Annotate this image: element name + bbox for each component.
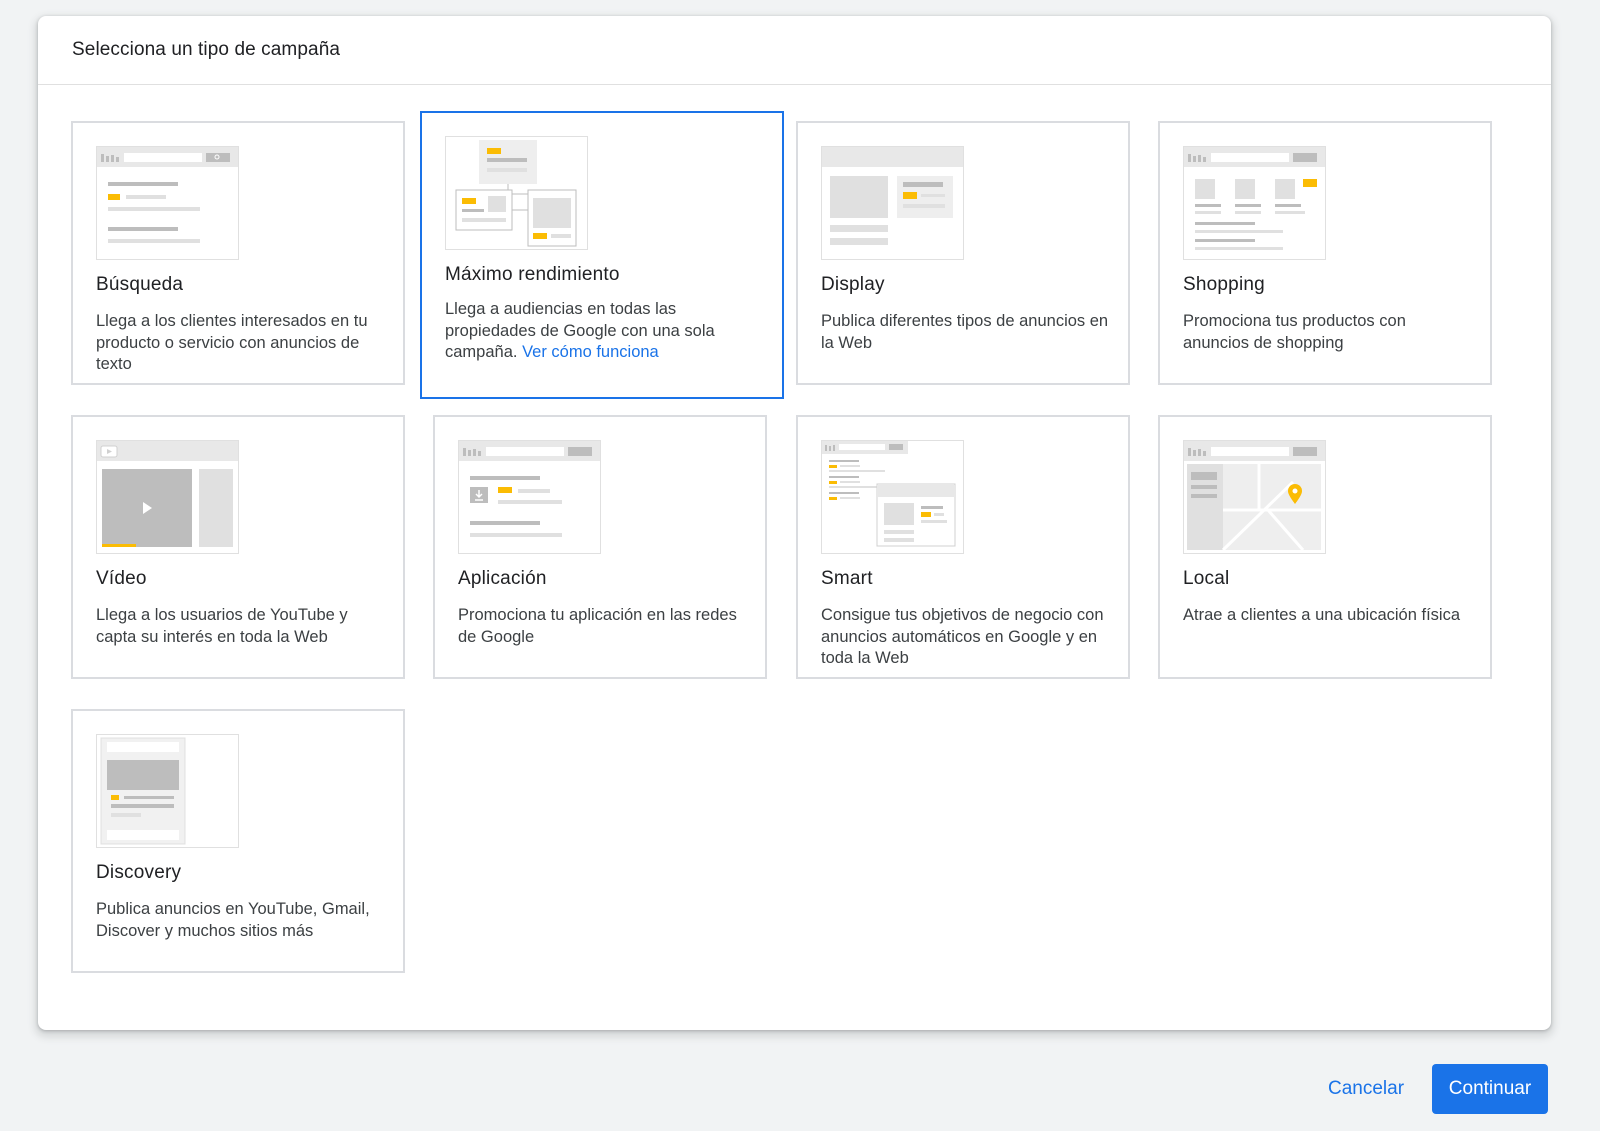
campaign-title: Local <box>1183 568 1230 589</box>
campaign-description: Publica diferentes tipos de anuncios en … <box>821 312 1109 352</box>
dialog-title: Selecciona un tipo de campaña <box>38 16 1551 85</box>
smart-campaign-illustration <box>821 440 964 554</box>
campaign-card-search[interactable]: Búsqueda Llega a los clientes interesado… <box>71 121 405 385</box>
campaign-description: Llega a los clientes interesados en tu p… <box>96 312 368 373</box>
campaign-card-display[interactable]: Display Publica diferentes tipos de anun… <box>796 121 1130 385</box>
local-campaign-illustration <box>1183 440 1326 554</box>
campaign-description: Llega a los usuarios de YouTube y capta … <box>96 606 348 646</box>
performance-max-illustration <box>445 136 588 250</box>
campaign-title: Búsqueda <box>96 274 184 295</box>
campaign-card-app[interactable]: Aplicación Promociona tu aplicación en l… <box>433 415 767 679</box>
app-campaign-illustration <box>458 440 601 554</box>
campaign-card-discovery[interactable]: Discovery Publica anuncios en YouTube, G… <box>71 709 405 973</box>
discovery-campaign-illustration <box>96 734 239 848</box>
campaign-description: Publica anuncios en YouTube, Gmail, Disc… <box>96 900 370 940</box>
cancel-button[interactable]: Cancelar <box>1316 1064 1416 1114</box>
shopping-campaign-illustration <box>1183 146 1326 260</box>
campaign-card-smart[interactable]: Smart Consigue tus objetivos de negocio … <box>796 415 1130 679</box>
campaign-card-video[interactable]: Vídeo Llega a los usuarios de YouTube y … <box>71 415 405 679</box>
how-it-works-link[interactable]: Ver cómo funciona <box>522 343 659 361</box>
video-campaign-illustration <box>96 440 239 554</box>
campaign-description: Atrae a clientes a una ubicación física <box>1183 606 1460 624</box>
campaign-description: Promociona tus productos con anuncios de… <box>1183 312 1406 352</box>
campaign-type-dialog: Selecciona un tipo de campaña Búsqueda L… <box>38 16 1551 1030</box>
campaign-description: Llega a audiencias en todas las propieda… <box>445 300 715 361</box>
campaign-title: Discovery <box>96 862 182 883</box>
campaign-title: Smart <box>821 568 873 589</box>
campaign-description: Consigue tus objetivos de negocio con an… <box>821 606 1104 667</box>
campaign-card-local[interactable]: Local Atrae a clientes a una ubicación f… <box>1158 415 1492 679</box>
display-campaign-illustration <box>821 146 964 260</box>
continue-button[interactable]: Continuar <box>1432 1064 1548 1114</box>
campaign-title: Display <box>821 274 885 295</box>
search-campaign-illustration <box>96 146 239 260</box>
campaign-title: Aplicación <box>458 568 547 589</box>
campaign-title: Vídeo <box>96 568 147 589</box>
campaign-card-shopping[interactable]: Shopping Promociona tus productos con an… <box>1158 121 1492 385</box>
campaign-description: Promociona tu aplicación en las redes de… <box>458 606 737 646</box>
campaign-title: Máximo rendimiento <box>445 264 620 285</box>
campaign-title: Shopping <box>1183 274 1265 295</box>
campaign-card-performance-max[interactable]: Máximo rendimiento Llega a audiencias en… <box>420 111 784 399</box>
